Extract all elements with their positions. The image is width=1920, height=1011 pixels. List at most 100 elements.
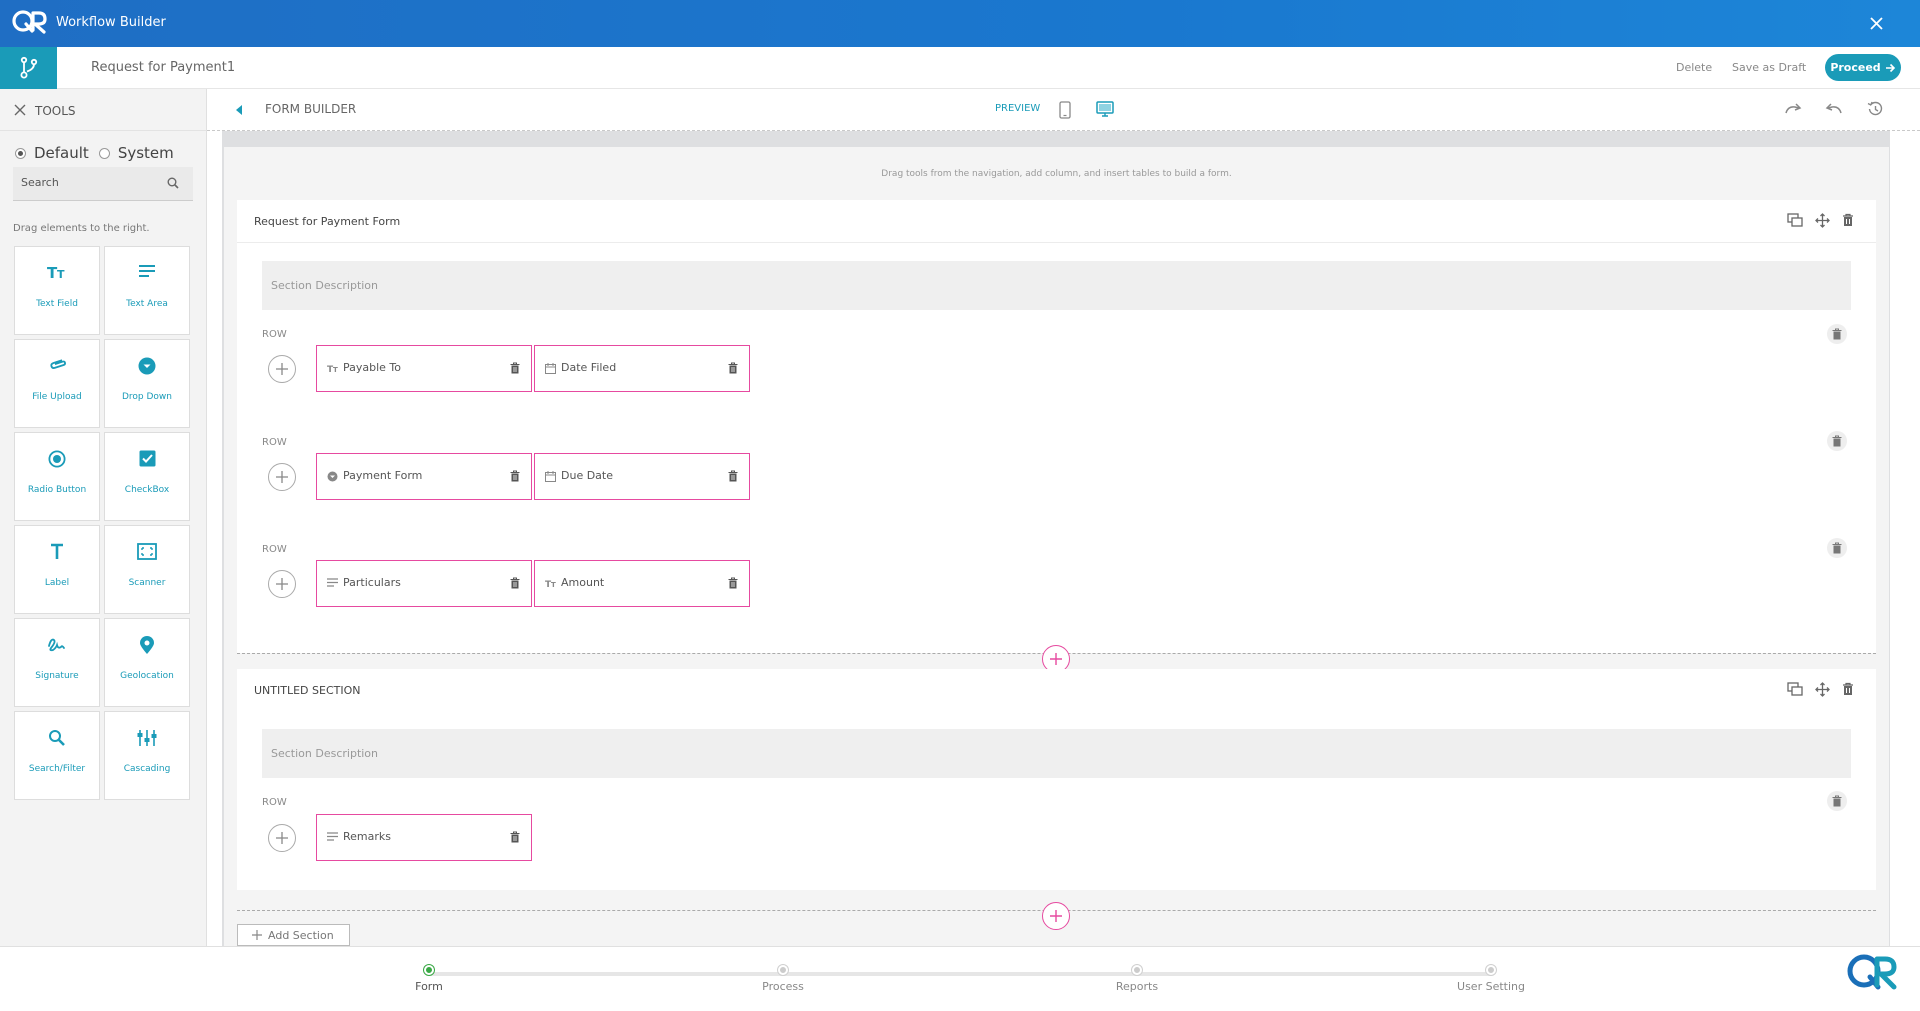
section-title[interactable]: Request for Payment Form: [254, 215, 400, 228]
field-delete-icon[interactable]: [510, 831, 520, 843]
mobile-view-icon[interactable]: [1059, 101, 1071, 119]
branch-icon[interactable]: [0, 47, 57, 89]
app-title: Workflow Builder: [56, 15, 166, 30]
section-toolbar: [1787, 682, 1854, 697]
stepper-track: [430, 972, 1492, 976]
trash-icon[interactable]: [1842, 682, 1854, 697]
tool-label: File Upload: [32, 392, 82, 402]
form-section: UNTITLED SECTION Section Description ROW…: [237, 669, 1876, 890]
field-label: Due Date: [561, 469, 613, 482]
row-delete-icon[interactable]: [1827, 791, 1847, 811]
drag-hint: Drag elements to the right.: [13, 223, 150, 234]
step-label: Reports: [1115, 980, 1159, 993]
tool-file-upload[interactable]: File Upload: [14, 339, 100, 428]
field-delete-icon[interactable]: [728, 470, 738, 482]
duplicate-icon[interactable]: [1787, 213, 1803, 228]
add-column-button[interactable]: [268, 570, 296, 598]
add-column-button[interactable]: [268, 824, 296, 852]
section-toolbar: [1787, 213, 1854, 228]
plus-icon: [252, 930, 262, 940]
history-icon[interactable]: [1866, 101, 1883, 117]
row-delete-icon[interactable]: [1827, 431, 1847, 451]
row-label: ROW: [262, 329, 287, 340]
tools-search-input[interactable]: [21, 176, 161, 189]
collapse-arrow-icon[interactable]: [235, 105, 243, 115]
svg-text:T: T: [551, 581, 556, 588]
default-radio[interactable]: [15, 147, 26, 159]
tool-search-filter[interactable]: Search/Filter: [14, 711, 100, 800]
step-process[interactable]: Process: [713, 965, 853, 993]
document-title[interactable]: Request for Payment1: [91, 60, 235, 75]
section-description-field[interactable]: Section Description: [262, 729, 1851, 778]
proceed-button[interactable]: Proceed: [1825, 54, 1901, 81]
field-delete-icon[interactable]: [510, 362, 520, 374]
form-section: Request for Payment Form Section Descrip…: [237, 200, 1876, 653]
row-delete-icon[interactable]: [1827, 538, 1847, 558]
tool-cascading[interactable]: Cascading: [104, 711, 190, 800]
search-icon[interactable]: [167, 177, 179, 189]
add-column-button[interactable]: [268, 355, 296, 383]
tool-text-field[interactable]: TT Text Field: [14, 246, 100, 335]
tool-label: Search/Filter: [28, 764, 86, 774]
preview-button[interactable]: PREVIEW: [995, 103, 1040, 114]
tool-grid: TT Text Field Text Area File Upload Drop…: [14, 246, 192, 800]
close-tools-icon[interactable]: [14, 104, 26, 116]
form-field[interactable]: Particulars: [316, 560, 532, 607]
redo-icon[interactable]: [1784, 102, 1802, 116]
form-field[interactable]: Due Date: [534, 453, 750, 500]
text-field-icon: TT: [545, 578, 557, 588]
tool-geolocation[interactable]: Geolocation: [104, 618, 190, 707]
tool-scanner[interactable]: Scanner: [104, 525, 190, 614]
step-dot: [778, 965, 788, 975]
move-icon[interactable]: [1815, 682, 1830, 697]
form-field[interactable]: Remarks: [316, 814, 532, 861]
add-column-button[interactable]: [268, 463, 296, 491]
step-dot: [1486, 965, 1496, 975]
form-field[interactable]: TT Payable To: [316, 345, 532, 392]
tool-drop-down[interactable]: Drop Down: [104, 339, 190, 428]
tool-label-element[interactable]: Label: [14, 525, 100, 614]
field-delete-icon[interactable]: [510, 577, 520, 589]
tool-label: Text Field: [36, 299, 78, 309]
tool-signature[interactable]: Signature: [14, 618, 100, 707]
tool-radio-button[interactable]: Radio Button: [14, 432, 100, 521]
section-description-field[interactable]: Section Description: [262, 261, 1851, 310]
delete-button[interactable]: Delete: [1676, 61, 1712, 74]
form-field[interactable]: Payment Form: [316, 453, 532, 500]
form-field[interactable]: TT Amount: [534, 560, 750, 607]
step-form[interactable]: Form: [359, 965, 499, 993]
field-label: Date Filed: [561, 361, 617, 374]
tool-label: Label: [44, 578, 70, 588]
undo-icon[interactable]: [1825, 102, 1843, 116]
form-field[interactable]: Date Filed: [534, 345, 750, 392]
tool-checkbox[interactable]: CheckBox: [104, 432, 190, 521]
field-delete-icon[interactable]: [728, 362, 738, 374]
field-delete-icon[interactable]: [728, 577, 738, 589]
system-radio[interactable]: [98, 147, 110, 159]
move-icon[interactable]: [1815, 213, 1830, 228]
field-label: Payment Form: [343, 469, 423, 482]
trash-icon[interactable]: [1842, 213, 1854, 228]
step-reports[interactable]: Reports: [1067, 965, 1207, 993]
field-label: Particulars: [343, 576, 401, 589]
text-field-icon: TT: [15, 264, 99, 280]
desktop-view-icon[interactable]: [1096, 101, 1114, 117]
step-dot: [424, 965, 434, 975]
save-draft-button[interactable]: Save as Draft: [1732, 61, 1806, 74]
tool-label: Scanner: [128, 578, 166, 588]
close-icon[interactable]: [1869, 16, 1884, 31]
step-user-setting[interactable]: User Setting: [1421, 965, 1561, 993]
document-bar: Request for Payment1 Delete Save as Draf…: [0, 47, 1920, 89]
insert-section-button[interactable]: [1042, 902, 1070, 930]
form-builder-title: FORM BUILDER: [265, 102, 357, 116]
tool-text-area[interactable]: Text Area: [104, 246, 190, 335]
section-title[interactable]: UNTITLED SECTION: [254, 684, 360, 697]
text-area-icon: [327, 578, 338, 587]
add-section-label: Add Section: [268, 928, 334, 942]
row-label: ROW: [262, 437, 287, 448]
add-section-button[interactable]: Add Section: [237, 924, 350, 946]
row-delete-icon[interactable]: [1827, 324, 1847, 344]
checkbox-icon: [105, 450, 189, 467]
field-delete-icon[interactable]: [510, 470, 520, 482]
duplicate-icon[interactable]: [1787, 682, 1803, 697]
